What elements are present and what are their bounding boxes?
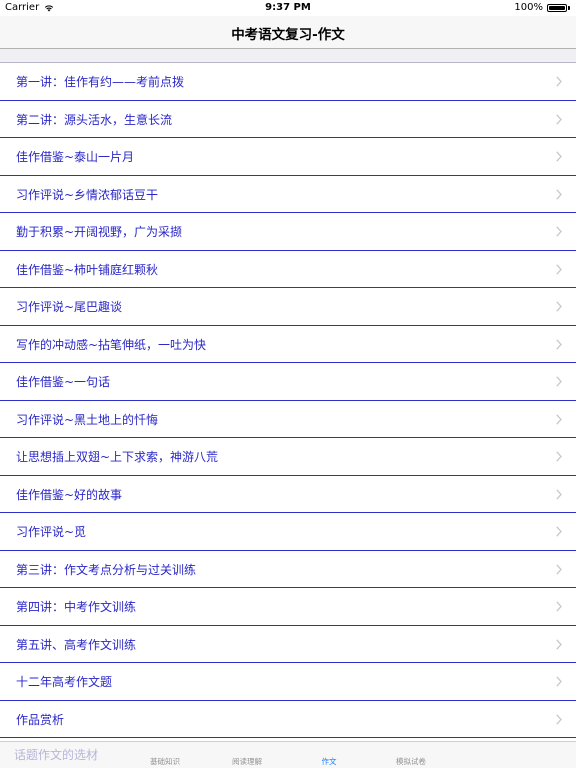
chevron-right-icon xyxy=(556,263,562,275)
status-bar: Carrier 9:37 PM 100% xyxy=(0,0,576,16)
list-item[interactable]: 习作评说~黑土地上的忏悔 xyxy=(0,400,576,438)
list-item-label: 习作评说~觅 xyxy=(16,525,87,539)
list-item-label: 十二年高考作文题 xyxy=(16,675,113,689)
list-item-label: 第一讲：佳作有约——考前点拨 xyxy=(16,75,185,89)
list-item-label: 佳作借鉴~一句话 xyxy=(16,375,111,389)
tab-basic-knowledge[interactable]: 基础知识 xyxy=(150,756,180,767)
chevron-right-icon xyxy=(556,413,562,425)
chevron-right-icon xyxy=(556,638,562,650)
battery-tip xyxy=(568,5,570,10)
scrolled-list-item-ghost: 话题作文的选材 xyxy=(14,748,99,762)
chevron-right-icon xyxy=(556,451,562,462)
list-item[interactable]: 佳作借鉴~一句话 xyxy=(0,363,576,401)
chevron-right-icon xyxy=(556,563,562,575)
tab-label: 阅读理解 xyxy=(232,757,262,766)
nav-bar: 中考语文复习-作文 xyxy=(0,16,576,49)
list-item-label: 第三讲：作文考点分析与过关训练 xyxy=(16,562,197,577)
list-item-label: 习作评说~黑土地上的忏悔 xyxy=(16,412,159,427)
list-item-label: 第四讲：中考作文训练 xyxy=(16,600,137,614)
list-item-label: 第二讲：源头活水，生意长流 xyxy=(16,112,173,127)
list-item-label: 佳作借鉴~好的故事 xyxy=(16,487,123,502)
battery-percent: 100% xyxy=(514,2,543,13)
list-item[interactable]: 习作评说~觅 xyxy=(0,513,576,551)
list-item[interactable]: 写作的冲动感~拈笔伸纸，一吐为快 xyxy=(0,325,576,363)
list-item-label: 让思想插上双翅~上下求索，神游八荒 xyxy=(16,450,219,464)
tab-mock-exam[interactable]: 模拟试卷 xyxy=(396,756,426,767)
battery-icon xyxy=(547,3,567,12)
list-item-label: 写作的冲动感~拈笔伸纸，一吐为快 xyxy=(16,337,207,352)
chevron-right-icon xyxy=(556,601,562,612)
tab-label: 作文 xyxy=(321,757,337,766)
list-item[interactable]: 第二讲：源头活水，生意长流 xyxy=(0,100,576,138)
tab-reading[interactable]: 阅读理解 xyxy=(232,756,262,767)
page-title: 中考语文复习-作文 xyxy=(231,27,345,43)
list-item[interactable]: 让思想插上双翅~上下求索，神游八荒 xyxy=(0,438,576,476)
chevron-right-icon xyxy=(556,113,562,125)
list-item[interactable]: 勤于积累~开阔视野，广为采撷 xyxy=(0,213,576,251)
list-item[interactable]: 佳作借鉴~泰山一片月 xyxy=(0,138,576,176)
list-item[interactable]: 作品赏析 xyxy=(0,700,576,738)
list-item-label: 习作评说~尾巴趣谈 xyxy=(16,300,123,314)
chevron-right-icon xyxy=(556,488,562,500)
chevron-right-icon xyxy=(556,226,562,237)
battery-fill xyxy=(549,5,565,10)
tab-label: 模拟试卷 xyxy=(396,757,426,766)
tab-composition[interactable]: 作文 xyxy=(322,756,337,767)
chevron-right-icon xyxy=(556,76,562,87)
status-right: 100% xyxy=(514,2,570,13)
status-time: 9:37 PM xyxy=(265,2,311,13)
tab-label: 基础知识 xyxy=(150,757,180,766)
list-item[interactable]: 佳作借鉴~柿叶铺庭红颗秋 xyxy=(0,250,576,288)
list-top-gap xyxy=(0,49,576,63)
chevron-right-icon xyxy=(556,188,562,200)
list-item-label: 佳作借鉴~泰山一片月 xyxy=(16,150,135,164)
list-item[interactable]: 习作评说~尾巴趣谈 xyxy=(0,288,576,326)
chevron-right-icon xyxy=(556,376,562,387)
chevron-right-icon xyxy=(556,526,562,537)
list-item[interactable]: 第四讲：中考作文训练 xyxy=(0,588,576,626)
chevron-right-icon xyxy=(556,151,562,162)
screen: Carrier 9:37 PM 100% 中考语文复习-作文 第一讲：佳作有约—… xyxy=(0,0,576,768)
list-item-label: 习作评说~乡情浓郁话豆干 xyxy=(16,187,159,202)
chevron-right-icon xyxy=(556,713,562,725)
list-item[interactable]: 第三讲：作文考点分析与过关训练 xyxy=(0,550,576,588)
list-item-label: 勤于积累~开阔视野，广为采撷 xyxy=(16,225,183,239)
list-item-label: 第五讲、高考作文训练 xyxy=(16,637,137,652)
tab-bar: 话题作文的选材 基础知识 阅读理解 作文 模拟试卷 xyxy=(0,741,576,768)
chevron-right-icon xyxy=(556,301,562,312)
list-item[interactable]: 第五讲、高考作文训练 xyxy=(0,625,576,663)
list-item[interactable]: 佳作借鉴~好的故事 xyxy=(0,475,576,513)
list-item[interactable]: 习作评说~乡情浓郁话豆干 xyxy=(0,175,576,213)
list-item-label: 作品赏析 xyxy=(16,712,65,727)
list-item[interactable]: 十二年高考作文题 xyxy=(0,663,576,701)
chevron-right-icon xyxy=(556,676,562,687)
list-item[interactable]: 第一讲：佳作有约——考前点拨 xyxy=(0,63,576,101)
list-item-label: 佳作借鉴~柿叶铺庭红颗秋 xyxy=(16,262,159,277)
chapter-list: 第一讲：佳作有约——考前点拨 第二讲：源头活水，生意长流 佳作借鉴~泰山一片月 习作评… xyxy=(0,63,576,738)
chevron-right-icon xyxy=(556,338,562,350)
